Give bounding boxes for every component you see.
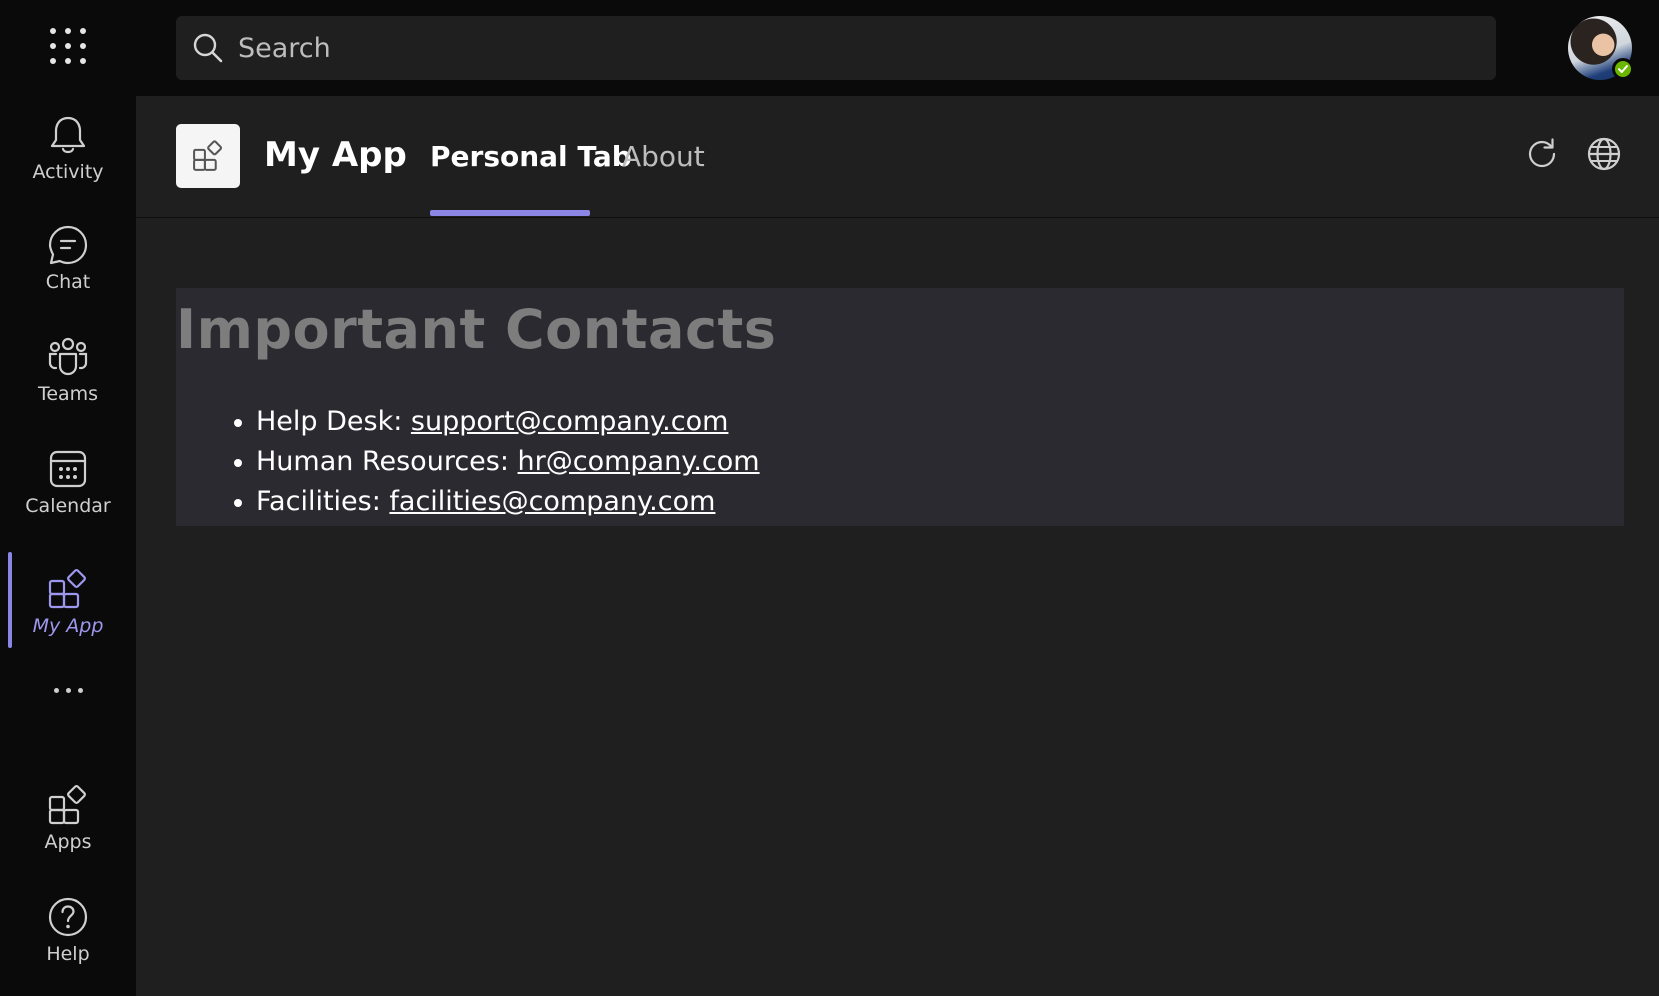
rail-item-activity[interactable]: Activity bbox=[0, 98, 136, 198]
app-launcher-icon[interactable] bbox=[45, 23, 91, 69]
teams-icon bbox=[48, 337, 88, 376]
search-input[interactable] bbox=[236, 16, 1476, 80]
top-bar bbox=[0, 0, 1659, 96]
bell-icon bbox=[50, 116, 86, 154]
rail-item-my-app[interactable]: My App bbox=[0, 552, 136, 652]
main-content: My App Personal Tab About Important Cont… bbox=[136, 96, 1659, 996]
contact-label: Facilities: bbox=[256, 486, 390, 517]
app-icon bbox=[193, 140, 223, 171]
app-logo bbox=[176, 124, 240, 188]
chat-icon bbox=[48, 225, 88, 265]
contacts-heading: Important Contacts bbox=[176, 298, 777, 361]
rail-item-label: Apps bbox=[44, 831, 92, 853]
search-icon bbox=[193, 33, 223, 63]
contact-email-link[interactable]: support@company.com bbox=[411, 406, 729, 437]
avatar[interactable] bbox=[1568, 16, 1634, 80]
rail-item-help[interactable]: Help bbox=[0, 880, 136, 980]
app-title: My App bbox=[264, 135, 407, 175]
app-icon bbox=[48, 569, 86, 609]
rail-item-label: Chat bbox=[45, 271, 91, 293]
contact-email-link[interactable]: facilities@company.com bbox=[389, 486, 715, 517]
rail-item-label: Activity bbox=[32, 161, 104, 183]
contact-email-link[interactable]: hr@company.com bbox=[518, 446, 760, 477]
contact-label: Help Desk: bbox=[256, 406, 411, 437]
apps-icon bbox=[48, 785, 86, 825]
contacts-panel: Important Contacts Help Desk: support@co… bbox=[176, 288, 1624, 526]
active-tab-indicator bbox=[430, 210, 590, 216]
list-item: Human Resources: hr@company.com bbox=[256, 442, 760, 482]
search-box[interactable] bbox=[176, 16, 1496, 80]
more-apps-icon[interactable] bbox=[0, 670, 136, 710]
presence-available-icon bbox=[1612, 58, 1634, 80]
rail-item-teams[interactable]: Teams bbox=[0, 320, 136, 420]
rail-item-label: Teams bbox=[37, 383, 99, 405]
contact-label: Human Resources: bbox=[256, 446, 518, 477]
refresh-icon[interactable] bbox=[1524, 136, 1560, 172]
tab-about[interactable]: About bbox=[622, 136, 705, 178]
rail-item-chat[interactable]: Chat bbox=[0, 208, 136, 308]
tab-personal-tab[interactable]: Personal Tab bbox=[430, 136, 632, 178]
help-icon bbox=[48, 897, 88, 937]
rail-item-apps[interactable]: Apps bbox=[0, 768, 136, 868]
globe-icon[interactable] bbox=[1586, 136, 1622, 172]
rail-item-calendar[interactable]: Calendar bbox=[0, 432, 136, 532]
contacts-list: Help Desk: support@company.com Human Res… bbox=[216, 402, 760, 522]
app-header: My App Personal Tab About bbox=[136, 96, 1659, 218]
rail-item-label: Help bbox=[46, 943, 90, 965]
rail-item-label: Calendar bbox=[25, 495, 111, 517]
rail-item-label: My App bbox=[32, 615, 104, 637]
calendar-icon bbox=[49, 450, 87, 488]
app-bar: Activity Chat Teams Calendar My App Apps… bbox=[0, 96, 136, 996]
list-item: Facilities: facilities@company.com bbox=[256, 482, 760, 522]
list-item: Help Desk: support@company.com bbox=[256, 402, 760, 442]
